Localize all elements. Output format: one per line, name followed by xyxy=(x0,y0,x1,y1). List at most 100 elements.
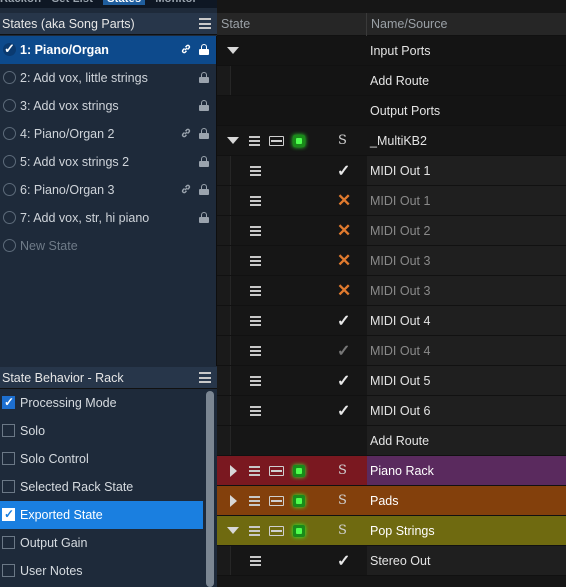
hamburger-menu-icon[interactable] xyxy=(199,18,211,29)
link-icon[interactable] xyxy=(180,183,192,195)
menu-icon[interactable] xyxy=(250,256,261,266)
state-cell[interactable]: ✕ xyxy=(217,216,367,245)
state-cell[interactable]: ✕ xyxy=(217,186,367,215)
rack-icon[interactable] xyxy=(269,136,284,146)
radio-button[interactable] xyxy=(3,211,16,224)
name-cell[interactable]: Add Route xyxy=(367,426,566,455)
column-divider[interactable] xyxy=(366,13,367,36)
behavior-scrollbar[interactable] xyxy=(203,389,217,587)
collapse-arrow-icon[interactable] xyxy=(227,47,239,54)
radio-button[interactable] xyxy=(3,71,16,84)
port-row[interactable]: ✕ MIDI Out 3 xyxy=(217,246,566,276)
section-row[interactable]: Add Route xyxy=(217,66,566,96)
top-tab[interactable]: Monitor xyxy=(155,0,197,5)
lock-icon[interactable] xyxy=(199,212,209,223)
lock-icon[interactable] xyxy=(199,184,209,195)
behavior-item[interactable]: Processing Mode xyxy=(0,389,203,417)
name-cell[interactable]: MIDI Out 4 xyxy=(367,306,566,335)
menu-icon[interactable] xyxy=(250,376,261,386)
menu-icon[interactable] xyxy=(250,226,261,236)
menu-icon[interactable] xyxy=(250,346,261,356)
checkbox[interactable] xyxy=(2,536,15,549)
rack-icon[interactable] xyxy=(269,526,284,536)
checkbox[interactable] xyxy=(2,424,15,437)
menu-icon[interactable] xyxy=(249,136,260,146)
name-cell[interactable]: Output Ports xyxy=(367,96,566,125)
state-item[interactable]: 6: Piano/Organ 3 xyxy=(0,176,216,204)
check-icon[interactable]: ✓ xyxy=(337,371,350,391)
solo-icon[interactable]: S xyxy=(338,133,347,148)
lock-icon[interactable] xyxy=(199,128,209,139)
state-item[interactable]: 3: Add vox strings xyxy=(0,92,216,120)
lock-icon[interactable] xyxy=(199,72,209,83)
link-icon[interactable] xyxy=(180,127,192,139)
state-item[interactable]: 7: Add vox, str, hi piano xyxy=(0,204,216,232)
name-cell[interactable]: Pop Strings xyxy=(367,516,566,545)
name-cell[interactable]: Stereo Out xyxy=(367,546,566,575)
new-state-item[interactable]: New State xyxy=(0,232,216,260)
active-led-icon[interactable] xyxy=(293,525,305,537)
state-cell[interactable]: ✓ xyxy=(217,396,367,425)
check-icon[interactable]: ✓ xyxy=(337,161,350,181)
radio-button[interactable] xyxy=(3,127,16,140)
selected-check-icon[interactable] xyxy=(3,41,16,57)
port-row[interactable]: ✓ MIDI Out 6 xyxy=(217,396,566,426)
menu-icon[interactable] xyxy=(249,526,260,536)
port-row[interactable]: ✕ MIDI Out 1 xyxy=(217,186,566,216)
expand-arrow-icon[interactable] xyxy=(230,495,237,507)
name-cell[interactable]: MIDI Out 6 xyxy=(367,396,566,425)
rack-icon[interactable] xyxy=(269,496,284,506)
lock-icon[interactable] xyxy=(199,100,209,111)
name-cell[interactable]: Input Ports xyxy=(367,36,566,65)
state-cell[interactable] xyxy=(217,96,367,125)
port-row[interactable]: ✕ MIDI Out 2 xyxy=(217,216,566,246)
behavior-item[interactable]: Exported State xyxy=(0,501,203,529)
collapse-arrow-icon[interactable] xyxy=(227,137,239,144)
port-row[interactable]: ✓ MIDI Out 4 xyxy=(217,336,566,366)
checkbox[interactable] xyxy=(2,395,15,409)
menu-icon[interactable] xyxy=(250,166,261,176)
rack-row[interactable]: S Pop Strings xyxy=(217,516,566,546)
state-cell[interactable]: S xyxy=(217,456,367,485)
name-cell[interactable]: MIDI Out 4 xyxy=(367,336,566,365)
scrollbar-thumb[interactable] xyxy=(206,391,214,587)
radio-button[interactable] xyxy=(3,99,16,112)
name-column-header[interactable]: Name/Source xyxy=(371,17,447,31)
check-icon[interactable]: ✓ xyxy=(337,341,350,361)
name-cell[interactable]: MIDI Out 3 xyxy=(367,276,566,305)
state-cell[interactable]: ✓ xyxy=(217,306,367,335)
radio-button[interactable] xyxy=(3,183,16,196)
x-icon[interactable]: ✕ xyxy=(337,251,351,271)
menu-icon[interactable] xyxy=(249,466,260,476)
state-cell[interactable] xyxy=(217,36,367,65)
name-cell[interactable]: _MultiKB2 xyxy=(367,126,566,155)
menu-icon[interactable] xyxy=(250,316,261,326)
port-row[interactable]: ✓ MIDI Out 4 xyxy=(217,306,566,336)
state-item[interactable]: 1: Piano/Organ xyxy=(0,36,216,64)
state-cell[interactable] xyxy=(217,66,367,95)
lock-icon[interactable] xyxy=(199,44,209,55)
port-row[interactable]: ✕ MIDI Out 3 xyxy=(217,276,566,306)
radio-button[interactable] xyxy=(3,155,16,168)
state-cell[interactable]: ✕ xyxy=(217,246,367,275)
section-row[interactable]: Input Ports xyxy=(217,36,566,66)
behavior-item[interactable]: Selected Rack State xyxy=(0,473,203,501)
state-column-header[interactable]: State xyxy=(221,17,250,31)
lock-icon[interactable] xyxy=(199,156,209,167)
solo-icon[interactable]: S xyxy=(338,493,347,508)
state-cell[interactable] xyxy=(217,426,367,455)
radio-button[interactable] xyxy=(3,239,16,252)
menu-icon[interactable] xyxy=(249,496,260,506)
x-icon[interactable]: ✕ xyxy=(337,191,351,211)
menu-icon[interactable] xyxy=(250,556,261,566)
name-cell[interactable]: MIDI Out 2 xyxy=(367,216,566,245)
link-icon[interactable] xyxy=(180,43,192,55)
checkbox[interactable] xyxy=(2,507,15,521)
menu-icon[interactable] xyxy=(250,196,261,206)
rack-icon[interactable] xyxy=(269,466,284,476)
rack-row[interactable]: S Piano Rack xyxy=(217,456,566,486)
x-icon[interactable]: ✕ xyxy=(337,221,351,241)
name-cell[interactable]: Pads xyxy=(367,486,566,515)
menu-icon[interactable] xyxy=(250,406,261,416)
port-row[interactable]: ✓ MIDI Out 5 xyxy=(217,366,566,396)
